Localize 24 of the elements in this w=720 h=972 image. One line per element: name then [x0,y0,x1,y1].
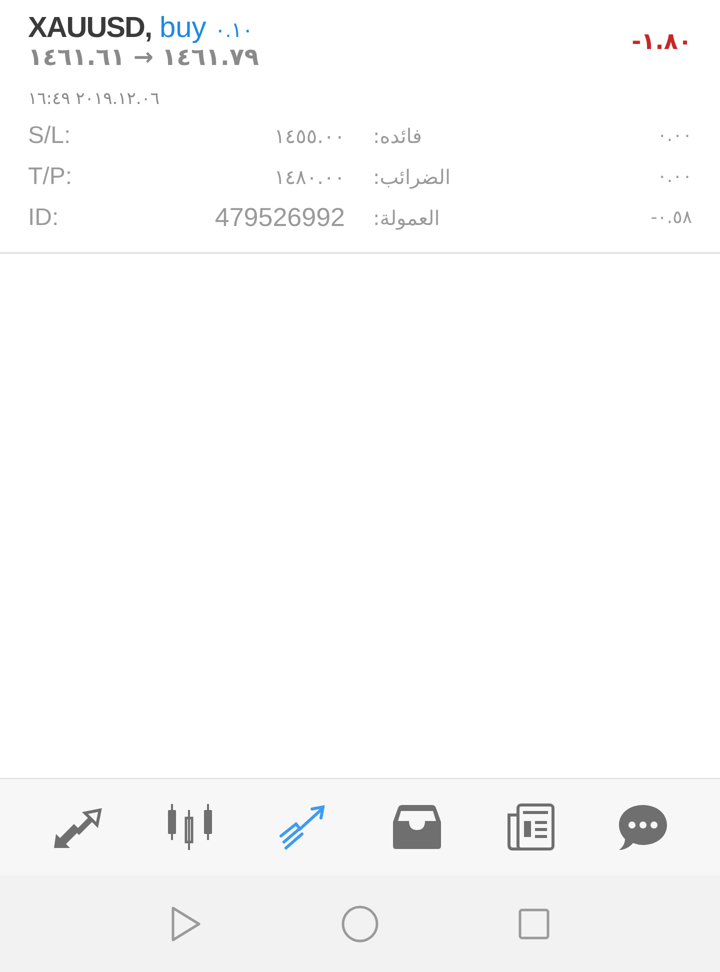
field-label: T/P: [28,162,74,190]
field-value: ١٤٥٥.٠٠ [273,124,345,148]
price-range: ١٤٦١.٦١ → ١٤٦١.٧٩ [28,43,259,71]
symbol-label: XAUUSD, [28,12,152,45]
field-label: ID: [28,204,60,232]
newspaper-icon [504,803,555,851]
field-value: ٠.٠٠ [656,166,692,187]
field-label: S/L: [28,122,72,150]
field-value: -٠.٥٨ [650,207,692,228]
volume-label: ٠.١٠ [214,18,254,43]
order-side: buy [160,12,206,45]
home-circle-icon[interactable] [340,904,379,942]
profit-value: -١.٨٠ [632,28,692,54]
back-triangle-icon[interactable] [170,906,202,942]
field-label: العمولة: [372,206,440,230]
open-time: ٢٠١٩.١٢.٠٦ ١٦:٤٩ [28,89,161,109]
recents-square-icon[interactable] [518,908,550,940]
inbox-icon [392,804,442,850]
field-value: ١٤٨٠.٠٠ [273,164,345,188]
chat-icon [618,803,668,851]
field-label: فائده: [372,124,422,148]
field-label: الضرائب: [372,164,451,188]
field-value: ٠.٠٠ [656,125,692,146]
field-value: 479526992 [214,202,345,233]
